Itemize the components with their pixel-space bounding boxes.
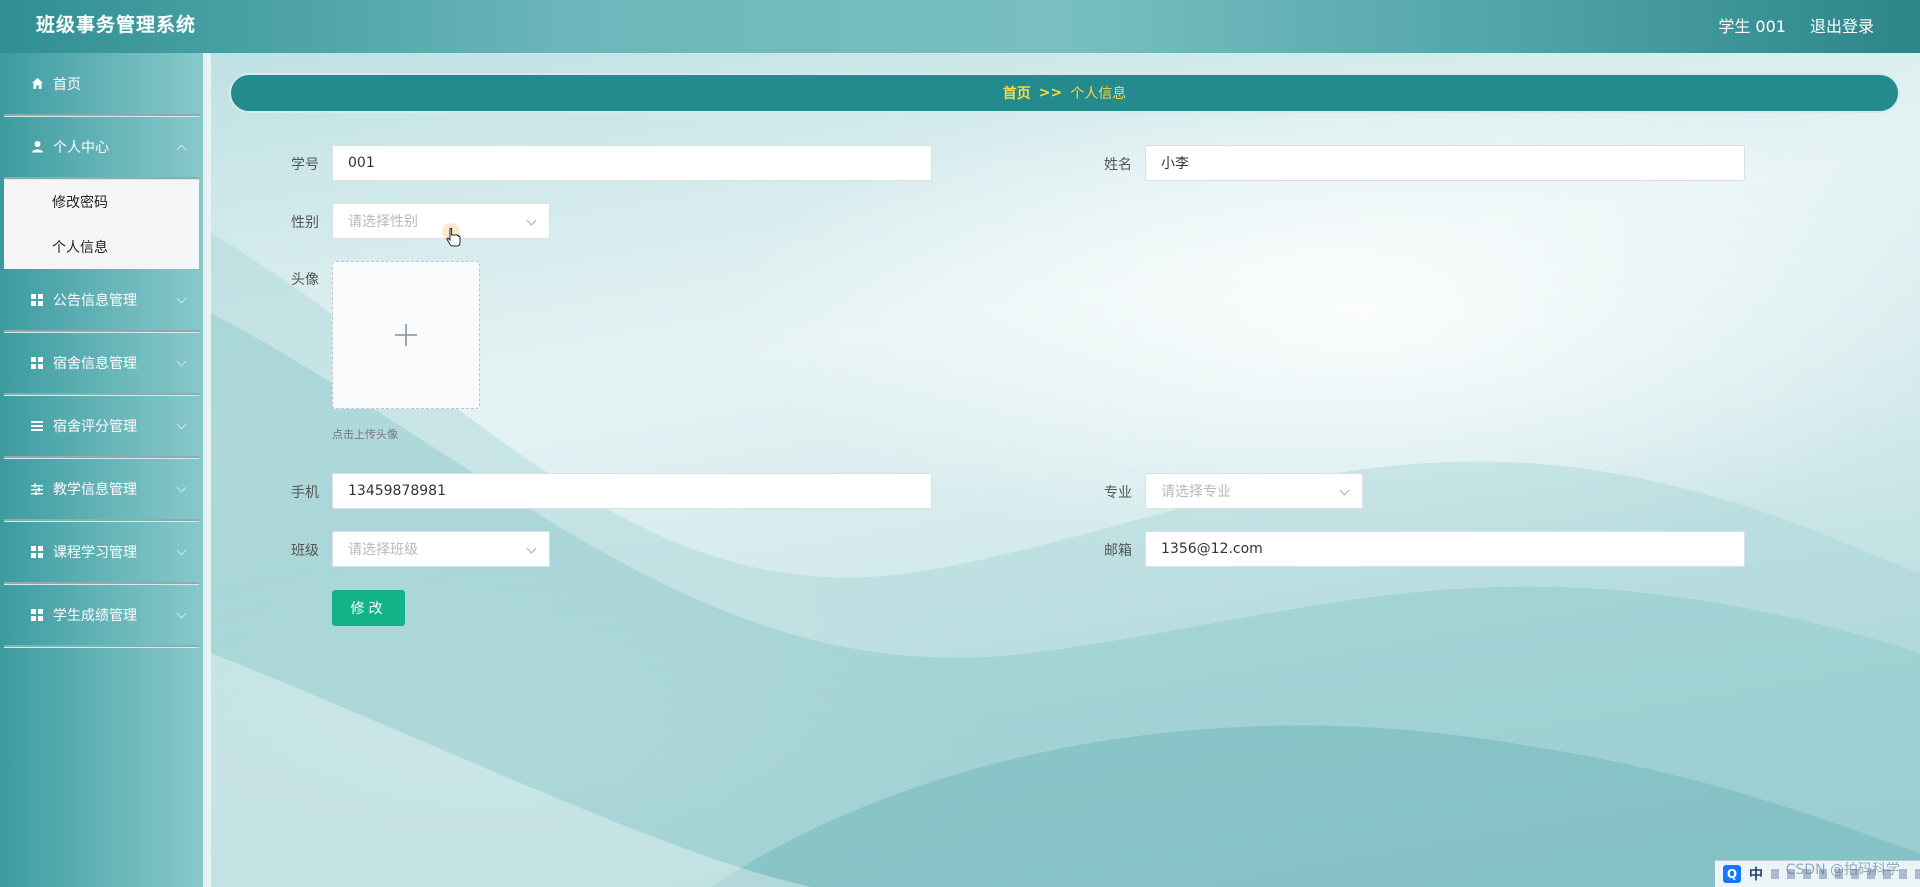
email-label: 邮箱 xyxy=(1104,543,1132,559)
sidebar-item-label: 教学信息管理 xyxy=(53,481,137,498)
avatar-upload-hint: 点击上传头像 xyxy=(332,428,398,441)
search-app-icon[interactable]: Q xyxy=(1723,865,1741,883)
avatar-uploader[interactable] xyxy=(332,261,480,409)
gender-placeholder: 请选择性别 xyxy=(348,214,418,230)
list-icon xyxy=(30,419,44,433)
chevron-up-icon xyxy=(176,144,187,155)
grid-icon xyxy=(30,545,44,559)
chevron-down-icon xyxy=(176,545,187,556)
class-label: 班级 xyxy=(291,543,319,559)
breadcrumb-current: 个人信息 xyxy=(1070,86,1127,102)
name-label: 姓名 xyxy=(1104,157,1132,173)
sliders-icon xyxy=(30,482,44,496)
email-field[interactable]: 1356@12.com xyxy=(1145,531,1745,567)
grid-icon xyxy=(30,293,44,307)
sidebar-item-dorm-score[interactable]: 宿舍评分管理 xyxy=(4,395,199,458)
plus-icon xyxy=(395,324,417,346)
class-select[interactable]: 请选择班级 xyxy=(332,531,550,567)
sidebar-item-label: 个人中心 xyxy=(53,139,109,156)
sidebar-item-home[interactable]: 首页 xyxy=(4,53,199,116)
home-icon xyxy=(30,77,44,91)
chevron-down-icon xyxy=(526,215,537,226)
sidebar-item-course-study[interactable]: 课程学习管理 xyxy=(4,521,199,584)
gender-label: 性别 xyxy=(291,215,319,231)
breadcrumb-home[interactable]: 首页 xyxy=(1003,83,1031,103)
sidebar-item-dorm-info[interactable]: 宿舍信息管理 xyxy=(4,332,199,395)
breadcrumb: 首页 >> 个人信息 xyxy=(229,73,1900,113)
current-user: 学生 001 xyxy=(1718,17,1786,36)
mouse-cursor-icon xyxy=(442,223,461,247)
main-content: 首页 >> 个人信息 学号 001 姓名 小李 性别 请选择性别 头像 点击上传… xyxy=(211,53,1920,887)
major-select[interactable]: 请选择专业 xyxy=(1145,473,1363,509)
student-id-field[interactable]: 001 xyxy=(332,145,932,181)
breadcrumb-separator: >> xyxy=(1038,85,1063,101)
sidebar-item-student-grades[interactable]: 学生成绩管理 xyxy=(4,584,199,647)
watermark: CSDN @拍码科学 xyxy=(1785,862,1900,878)
chevron-down-icon xyxy=(176,356,187,367)
personal-center-submenu: 修改密码 个人信息 xyxy=(4,179,199,269)
submit-button[interactable]: 修改 xyxy=(332,590,405,626)
sidebar-item-teaching-info[interactable]: 教学信息管理 xyxy=(4,458,199,521)
major-label: 专业 xyxy=(1104,485,1132,501)
sidebar-item-label: 宿舍信息管理 xyxy=(53,355,137,372)
sidebar-item-label: 课程学习管理 xyxy=(53,544,137,561)
sidebar-item-notice-management[interactable]: 公告信息管理 xyxy=(4,269,199,332)
chevron-down-icon xyxy=(176,419,187,430)
sidebar-item-label: 公告信息管理 xyxy=(53,292,137,309)
name-field[interactable]: 小李 xyxy=(1145,145,1745,181)
logout-link[interactable]: 退出登录 xyxy=(1810,13,1874,37)
sidebar-item-personal-center[interactable]: 个人中心 xyxy=(4,116,199,179)
chevron-down-icon xyxy=(526,543,537,554)
user-area: 学生 001 退出登录 xyxy=(1718,13,1874,37)
sidebar-item-label: 宿舍评分管理 xyxy=(53,418,137,435)
ime-language-indicator[interactable]: 中 xyxy=(1749,864,1763,884)
chevron-down-icon xyxy=(1339,485,1350,496)
sidebar-item-label: 首页 xyxy=(53,76,81,93)
grid-icon xyxy=(30,608,44,622)
chevron-down-icon xyxy=(176,482,187,493)
top-bar: 班级事务管理系统 学生 001 退出登录 xyxy=(0,0,1920,53)
class-placeholder: 请选择班级 xyxy=(348,542,418,558)
student-id-label: 学号 xyxy=(291,157,319,173)
chevron-down-icon xyxy=(176,608,187,619)
app-title: 班级事务管理系统 xyxy=(36,14,197,36)
user-icon xyxy=(30,140,44,154)
submenu-item-change-password[interactable]: 修改密码 xyxy=(4,179,199,224)
submenu-item-personal-info[interactable]: 个人信息 xyxy=(4,224,199,269)
phone-label: 手机 xyxy=(291,485,319,501)
grid-icon xyxy=(30,356,44,370)
chevron-down-icon xyxy=(176,293,187,304)
sidebar-item-label: 学生成绩管理 xyxy=(53,607,137,624)
avatar-label: 头像 xyxy=(291,272,319,288)
phone-field[interactable]: 13459878981 xyxy=(332,473,932,509)
major-placeholder: 请选择专业 xyxy=(1161,484,1231,500)
sidebar: 首页 个人中心 修改密码 个人信息 公告信息管理 宿舍信息管理 宿舍评分管理 教… xyxy=(0,53,207,887)
